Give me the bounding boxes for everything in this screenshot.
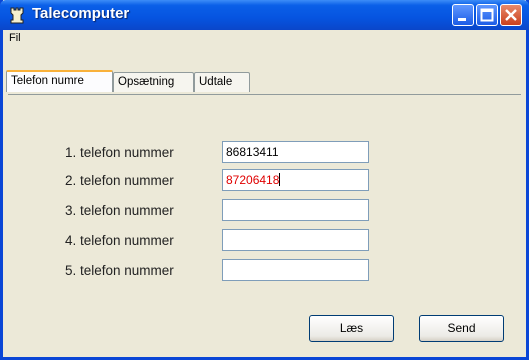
phone-field-2[interactable]: 87206418 <box>222 169 369 191</box>
phone-field-3[interactable] <box>222 199 369 221</box>
phone-label-3: 3. telefon nummer <box>65 203 174 218</box>
phone-field-1[interactable]: 86813411 <box>222 141 369 163</box>
menu-bar: Fil <box>3 30 526 48</box>
close-button[interactable] <box>500 4 522 26</box>
read-button[interactable]: Læs <box>309 315 394 342</box>
phone-label-4: 4. telefon nummer <box>65 233 174 248</box>
send-button[interactable]: Send <box>419 315 504 342</box>
menu-file[interactable]: Fil <box>9 32 21 44</box>
maximize-button[interactable] <box>476 4 498 26</box>
phone-label-2: 2. telefon nummer <box>65 173 174 188</box>
phone-label-1: 1. telefon nummer <box>65 145 174 160</box>
phone-label-5: 5. telefon nummer <box>65 263 174 278</box>
tab-opsaetning[interactable]: Opsætning <box>113 72 194 92</box>
window-title: Talecomputer <box>32 5 130 22</box>
phone-field-4[interactable] <box>222 229 369 251</box>
tab-udtale[interactable]: Udtale <box>194 72 250 92</box>
phone-field-5[interactable] <box>222 259 369 281</box>
tab-telefon-numre[interactable]: Telefon numre <box>6 70 113 92</box>
title-bar[interactable]: Talecomputer <box>0 0 529 30</box>
minimize-button[interactable] <box>452 4 474 26</box>
app-window: Talecomputer Fil Telefon numre Opsætning… <box>0 0 529 360</box>
rook-icon <box>8 6 26 24</box>
text-caret <box>279 173 281 186</box>
